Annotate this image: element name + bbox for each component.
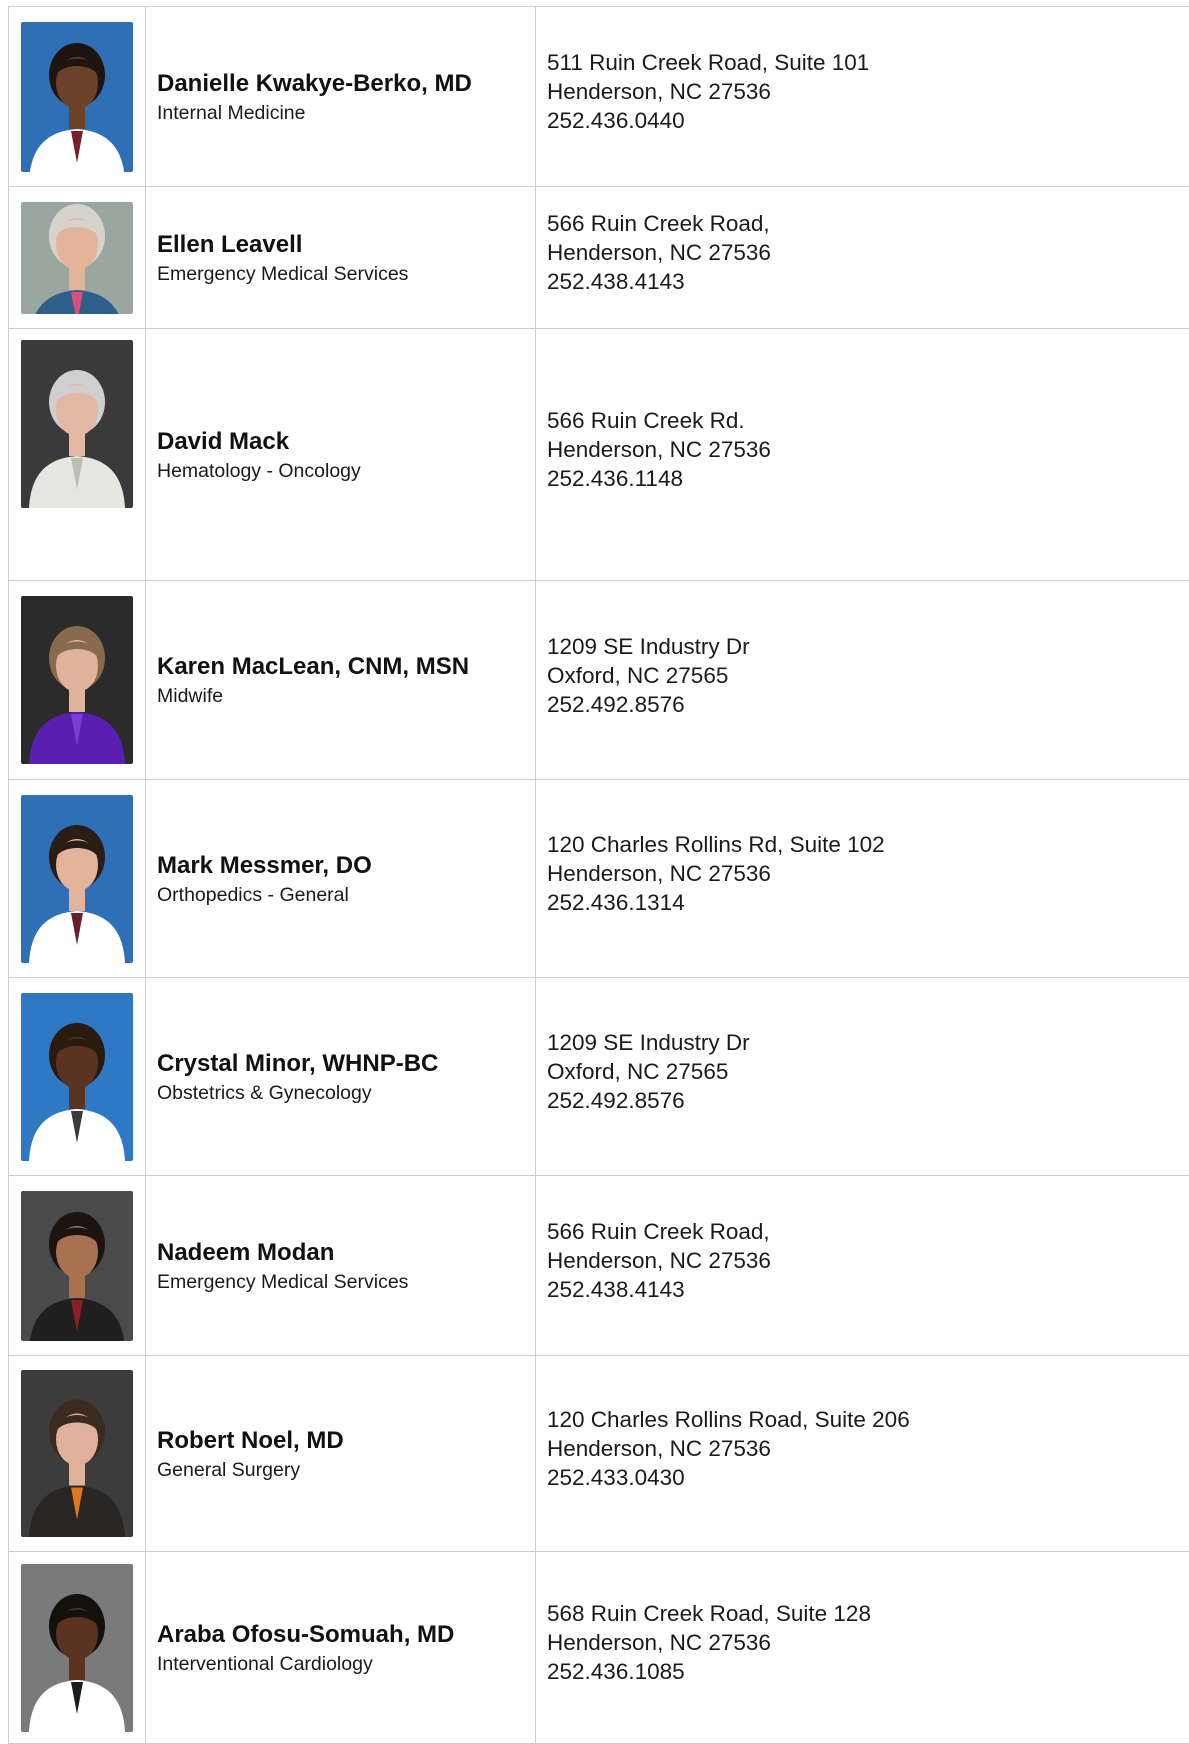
provider-address-city: Henderson, NC 27536 [547,1628,1189,1657]
provider-name[interactable]: Ellen Leavell [157,230,535,260]
provider-photo [21,596,133,764]
provider-address-city: Henderson, NC 27536 [547,1246,1189,1275]
provider-phone[interactable]: 252.492.8576 [547,690,1189,719]
provider-address-city: Henderson, NC 27536 [547,435,1189,464]
provider-row: Nadeem Modan Emergency Medical Services … [9,1176,1189,1356]
provider-photo [21,795,133,963]
provider-address-street: 511 Ruin Creek Road, Suite 101 [547,48,1189,77]
provider-row: Crystal Minor, WHNP-BC Obstetrics & Gyne… [9,978,1189,1176]
provider-photo [21,202,133,314]
provider-row: Araba Ofosu-Somuah, MD Interventional Ca… [9,1552,1189,1744]
provider-specialty: Interventional Cardiology [157,1652,535,1676]
provider-name[interactable]: Araba Ofosu-Somuah, MD [157,1620,535,1650]
provider-phone[interactable]: 252.438.4143 [547,1275,1189,1304]
provider-address-city: Henderson, NC 27536 [547,1434,1189,1463]
provider-row: Danielle Kwakye-Berko, MD Internal Medic… [9,7,1189,187]
provider-phone[interactable]: 252.436.0440 [547,106,1189,135]
provider-row: Robert Noel, MD General Surgery 120 Char… [9,1356,1189,1552]
portrait-graphic [21,1370,133,1537]
provider-address-street: 1209 SE Industry Dr [547,1028,1189,1057]
provider-phone[interactable]: 252.436.1314 [547,888,1189,917]
provider-specialty: Emergency Medical Services [157,262,535,286]
portrait-graphic [21,596,133,764]
provider-photo [21,1370,133,1537]
portrait-graphic [21,340,133,508]
provider-photo [21,993,133,1161]
provider-phone[interactable]: 252.436.1085 [547,1657,1189,1686]
portrait-graphic [21,22,133,172]
provider-address-street: 566 Ruin Creek Road, [547,209,1189,238]
provider-phone[interactable]: 252.438.4143 [547,267,1189,296]
provider-specialty: Hematology - Oncology [157,459,535,483]
provider-address-street: 1209 SE Industry Dr [547,632,1189,661]
provider-specialty: Internal Medicine [157,101,535,125]
provider-address-street: 120 Charles Rollins Rd, Suite 102 [547,830,1189,859]
provider-phone[interactable]: 252.436.1148 [547,464,1189,493]
provider-specialty: Obstetrics & Gynecology [157,1081,535,1105]
provider-specialty: Emergency Medical Services [157,1270,535,1294]
provider-address-city: Henderson, NC 27536 [547,77,1189,106]
provider-name[interactable]: Mark Messmer, DO [157,851,535,881]
provider-phone[interactable]: 252.433.0430 [547,1463,1189,1492]
portrait-graphic [21,1191,133,1341]
provider-address-city: Oxford, NC 27565 [547,661,1189,690]
provider-phone[interactable]: 252.492.8576 [547,1086,1189,1115]
provider-name[interactable]: Danielle Kwakye-Berko, MD [157,69,535,99]
provider-directory-table: Danielle Kwakye-Berko, MD Internal Medic… [8,6,1189,1744]
provider-name[interactable]: David Mack [157,427,535,457]
provider-address-street: 120 Charles Rollins Road, Suite 206 [547,1405,1189,1434]
provider-address-street: 566 Ruin Creek Road, [547,1217,1189,1246]
provider-photo [21,340,133,508]
provider-row: David Mack Hematology - Oncology 566 Rui… [9,329,1189,581]
provider-address-city: Henderson, NC 27536 [547,859,1189,888]
provider-name[interactable]: Nadeem Modan [157,1238,535,1268]
provider-address-city: Henderson, NC 27536 [547,238,1189,267]
provider-name[interactable]: Robert Noel, MD [157,1426,535,1456]
provider-row: Ellen Leavell Emergency Medical Services… [9,187,1189,329]
portrait-graphic [21,202,133,314]
portrait-graphic [21,993,133,1161]
provider-photo [21,1191,133,1341]
provider-row: Karen MacLean, CNM, MSN Midwife 1209 SE … [9,581,1189,780]
provider-specialty: Midwife [157,684,535,708]
provider-photo [21,22,133,172]
portrait-graphic [21,1564,133,1732]
provider-specialty: General Surgery [157,1458,535,1482]
provider-address-street: 566 Ruin Creek Rd. [547,406,1189,435]
provider-address-city: Oxford, NC 27565 [547,1057,1189,1086]
provider-specialty: Orthopedics - General [157,883,535,907]
provider-name[interactable]: Crystal Minor, WHNP-BC [157,1049,535,1079]
provider-row: Mark Messmer, DO Orthopedics - General 1… [9,780,1189,978]
provider-name[interactable]: Karen MacLean, CNM, MSN [157,652,535,682]
portrait-graphic [21,795,133,963]
provider-address-street: 568 Ruin Creek Road, Suite 128 [547,1599,1189,1628]
provider-photo [21,1564,133,1732]
